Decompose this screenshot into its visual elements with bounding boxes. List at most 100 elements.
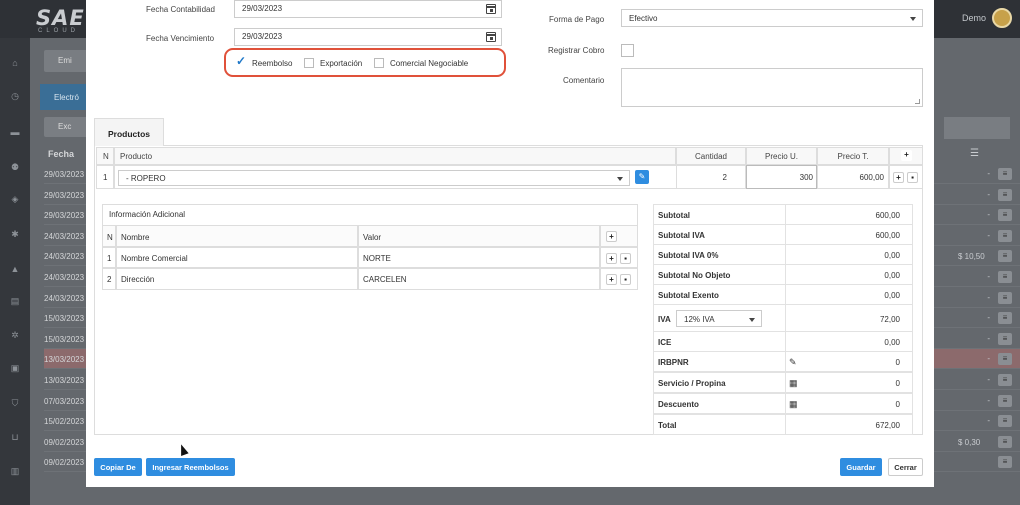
truck-icon[interactable]: ◈	[9, 194, 21, 204]
menu-icon[interactable]: ≡	[998, 230, 1012, 242]
chevron-down-icon	[749, 318, 755, 322]
totals-row-irbpnr: IRBPNR ✎ 0	[653, 351, 913, 372]
background-row-actions: - ≡	[934, 391, 1020, 411]
add-icon[interactable]: +	[606, 274, 617, 285]
invoice-icon[interactable]: ▤	[9, 296, 21, 306]
fecha-contabilidad-input[interactable]: 29/03/2023	[234, 0, 502, 18]
info-add-header-cell: +	[600, 225, 638, 247]
descuento-value: 0	[895, 400, 900, 409]
background-row-actions: $ 0,30 ≡	[934, 432, 1020, 452]
col-producto-header: Producto	[114, 147, 676, 165]
reembolso-label[interactable]: Reembolso	[252, 59, 292, 68]
building-icon[interactable]: ▥	[9, 466, 21, 476]
background-sidebar: ⌂ ◷ ▬ ⚉ ◈ ✱ ▲ ▤ ✲ ▣ ⛉ ⊔ ▥	[0, 38, 30, 505]
forma-pago-value: Efectivo	[629, 14, 658, 23]
exento-label: Subtotal Exento	[658, 291, 719, 300]
trash-icon[interactable]: ▪	[620, 274, 631, 285]
avatar[interactable]	[992, 8, 1012, 28]
ice-value: 0,00	[884, 338, 900, 347]
info-row-nombre[interactable]: Dirección	[116, 268, 358, 290]
forma-pago-select[interactable]: Efectivo	[621, 9, 923, 27]
users-icon[interactable]: ⚉	[9, 162, 21, 172]
exportacion-checkbox[interactable]	[304, 58, 314, 68]
clock-icon[interactable]: ◷	[9, 91, 21, 101]
informacion-adicional-title: Información Adicional	[109, 210, 186, 219]
background-row-actions: - ≡	[934, 288, 1020, 308]
home-icon[interactable]: ⌂	[9, 58, 21, 68]
pencil-icon[interactable]: ✎	[789, 357, 797, 368]
servicio-value: 0	[895, 379, 900, 388]
edit-product-button[interactable]: ✎	[635, 170, 649, 184]
registrar-cobro-checkbox[interactable]	[621, 44, 634, 57]
ingresar-reembolsos-button[interactable]: Ingresar Reembolsos	[146, 458, 235, 476]
calendar-icon[interactable]	[486, 4, 496, 14]
menu-icon[interactable]: ≡	[998, 395, 1012, 407]
menu-icon[interactable]: ≡	[998, 189, 1012, 201]
background-row-dash: -	[987, 313, 990, 322]
trash-icon[interactable]: ▪	[620, 253, 631, 264]
info-row-valor[interactable]: CARCELEN	[358, 268, 600, 290]
col-n-header: N	[96, 147, 114, 165]
iva-select[interactable]: 12% IVA	[676, 310, 762, 327]
menu-icon[interactable]: ≡	[998, 333, 1012, 345]
resize-handle-icon[interactable]	[915, 99, 920, 104]
comentario-textarea[interactable]	[621, 68, 923, 107]
menu-icon[interactable]: ≡	[998, 353, 1012, 365]
box-icon[interactable]: ▣	[9, 363, 21, 373]
info-row-n: 1	[102, 247, 116, 268]
add-icon[interactable]: +	[606, 253, 617, 264]
background-row-amount: $ 0,30	[958, 438, 981, 447]
background-row-actions: - ≡	[934, 349, 1020, 369]
producto-select[interactable]: - ROPERO	[118, 170, 630, 186]
check-icon[interactable]: ✓	[236, 55, 246, 67]
shield-icon[interactable]: ⛉	[9, 398, 21, 408]
menu-icon[interactable]: ≡	[998, 415, 1012, 427]
calendar-icon[interactable]	[486, 32, 496, 42]
trash-icon[interactable]: ▪	[907, 172, 918, 183]
fecha-vencimiento-value: 29/03/2023	[242, 32, 283, 41]
menu-icon[interactable]: ≡	[998, 374, 1012, 386]
user-name[interactable]: Demo	[962, 13, 986, 23]
filter-icon[interactable]: ☰	[970, 148, 979, 159]
menu-icon[interactable]: ≡	[998, 436, 1012, 448]
chart-icon[interactable]: ▲	[9, 264, 21, 274]
registrar-cobro-label: Registrar Cobro	[548, 46, 605, 55]
comercial-negociable-checkbox[interactable]	[374, 58, 384, 68]
info-row-valor[interactable]: NORTE	[358, 247, 600, 268]
subtotal-value: 600,00	[875, 211, 900, 220]
cerrar-button[interactable]: Cerrar	[888, 458, 923, 476]
tab-productos[interactable]: Productos	[94, 118, 164, 147]
copiar-de-button[interactable]: Copiar De	[94, 458, 142, 476]
info-row-actions: + ▪	[600, 268, 638, 290]
subtotal-label: Subtotal	[658, 211, 690, 220]
fecha-vencimiento-input[interactable]: 29/03/2023	[234, 28, 502, 46]
exportacion-label[interactable]: Exportación	[320, 59, 362, 68]
comercial-negociable-label[interactable]: Comercial Negociable	[390, 59, 468, 68]
menu-icon[interactable]: ≡	[998, 250, 1012, 262]
totals-row-total: Total 672,00	[653, 414, 913, 435]
briefcase-icon[interactable]: ▬	[9, 127, 21, 137]
totals-row-subtotal-iva0: Subtotal IVA 0% 0,00	[653, 244, 913, 265]
gear-icon[interactable]: ✱	[9, 229, 21, 239]
cart-icon[interactable]: ⊔	[9, 432, 21, 442]
calculator-icon[interactable]: ▦	[789, 378, 798, 389]
precio-u-input[interactable]: 300	[746, 165, 817, 189]
menu-icon[interactable]: ≡	[998, 312, 1012, 324]
fecha-column-header[interactable]: Fecha	[48, 149, 74, 159]
menu-icon[interactable]: ≡	[998, 292, 1012, 304]
settings-icon[interactable]: ✲	[9, 330, 21, 340]
calculator-icon[interactable]: ▦	[789, 399, 798, 410]
product-row-n: 1	[96, 165, 114, 189]
background-row-actions: $ 10,50 ≡	[934, 246, 1020, 266]
add-icon[interactable]: +	[901, 150, 912, 161]
producto-value: - ROPERO	[126, 174, 166, 183]
menu-icon[interactable]: ≡	[998, 271, 1012, 283]
cantidad-input[interactable]: 2	[676, 165, 746, 189]
guardar-button[interactable]: Guardar	[840, 458, 882, 476]
menu-icon[interactable]: ≡	[998, 168, 1012, 180]
add-icon[interactable]: +	[606, 231, 617, 242]
menu-icon[interactable]: ≡	[998, 456, 1012, 468]
info-row-nombre[interactable]: Nombre Comercial	[116, 247, 358, 268]
menu-icon[interactable]: ≡	[998, 209, 1012, 221]
add-icon[interactable]: +	[893, 172, 904, 183]
